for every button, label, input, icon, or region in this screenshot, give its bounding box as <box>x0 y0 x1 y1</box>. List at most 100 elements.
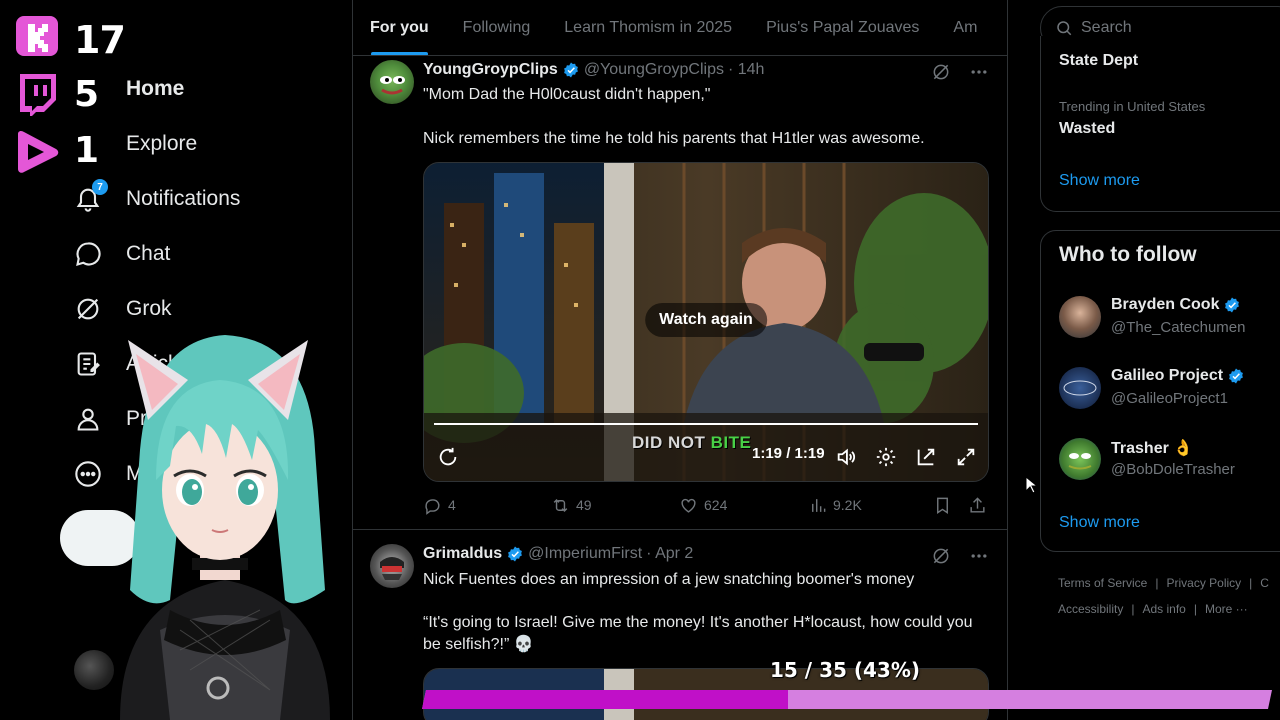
goal-progress-label: 15 / 35 (43%) <box>770 658 921 682</box>
verified-badge-icon <box>563 62 578 78</box>
share-button[interactable] <box>968 496 987 515</box>
verified-badge-icon <box>1229 368 1243 384</box>
twitch-logo-icon <box>14 72 60 116</box>
grok-icon[interactable] <box>931 62 951 82</box>
tab-papal-zouaves[interactable]: Pius's Papal Zouaves <box>749 0 936 55</box>
suggestion-name[interactable]: Galileo Project <box>1111 367 1223 385</box>
footer-accessibility-link[interactable]: Accessibility <box>1058 602 1123 616</box>
nav-notifications[interactable]: 7 Notifications <box>72 177 240 221</box>
nav-explore-label: Explore <box>126 132 198 155</box>
analytics-icon <box>812 498 826 512</box>
suggestion-name[interactable]: Brayden Cook <box>1111 296 1219 314</box>
suggestion-handle[interactable]: @The_Catechumen <box>1111 319 1245 336</box>
tweet-text-line1: "Mom Dad the H0l0caust didn't happen," <box>423 86 711 103</box>
nav-home-label: Home <box>126 77 185 100</box>
picture-in-picture-icon[interactable] <box>914 445 938 469</box>
tweet-avatar[interactable] <box>370 544 414 588</box>
trend-state-dept[interactable]: State Dept <box>1059 52 1138 70</box>
nav-grok[interactable]: Grok <box>72 287 172 331</box>
volume-icon[interactable] <box>834 445 858 469</box>
footer-ads-info-link[interactable]: Ads info <box>1142 602 1185 616</box>
trends-show-more-link[interactable]: Show more <box>1059 172 1140 190</box>
views-button[interactable]: 9.2K <box>808 496 862 515</box>
suggestion-avatar[interactable] <box>1059 367 1101 409</box>
tab-learn-thomism[interactable]: Learn Thomism in 2025 <box>547 0 749 55</box>
nav-notifications-label: Notifications <box>126 187 241 210</box>
replay-icon[interactable] <box>436 445 460 469</box>
fullscreen-icon[interactable] <box>954 445 978 469</box>
kick-logo-icon <box>14 14 60 58</box>
search-icon <box>1057 21 1072 36</box>
more-options-icon[interactable] <box>969 62 989 82</box>
more-options-icon[interactable] <box>969 546 989 566</box>
reply-count: 4 <box>448 497 456 513</box>
repost-icon <box>553 498 568 512</box>
suggestion-avatar[interactable] <box>1059 296 1101 338</box>
footer-links-row1: Terms of Service | Privacy Policy | C <box>1058 576 1269 590</box>
tweet-stats: 4 49 624 9.2K <box>423 493 989 517</box>
bell-icon: 7 <box>72 179 108 215</box>
reply-button[interactable]: 4 <box>423 496 456 515</box>
tweet-video[interactable]: Watch again DID NOT BITE 1:19 / 1:19 <box>423 162 989 482</box>
timeline-tabs: For you Following Learn Thomism in 2025 … <box>353 0 1007 56</box>
like-count: 624 <box>704 497 728 513</box>
suggestion-handle[interactable]: @GalileoProject1 <box>1111 390 1228 407</box>
search-icon <box>72 128 104 160</box>
share-icon <box>970 496 985 513</box>
home-icon <box>72 73 104 105</box>
reply-icon <box>425 498 440 515</box>
notification-badge: 7 <box>92 179 108 195</box>
timeline-right-border <box>1007 0 1008 720</box>
nav-grok-label: Grok <box>126 297 172 320</box>
suggestion-avatar[interactable] <box>1059 438 1101 480</box>
vtuber-avatar-overlay <box>100 330 350 720</box>
footer-more-link[interactable]: More ··· <box>1205 602 1248 616</box>
footer-cookie-link[interactable]: C <box>1260 576 1269 590</box>
goal-progress-track <box>422 690 1272 709</box>
who-to-follow-title: Who to follow <box>1059 243 1197 266</box>
repost-count: 49 <box>576 497 592 513</box>
tweet-text-line1: Nick Fuentes does an impression of a jew… <box>423 571 915 588</box>
tweet-author-name[interactable]: YoungGroypClips <box>423 61 558 79</box>
watch-again-button[interactable]: Watch again <box>645 303 767 337</box>
play-logo-icon <box>14 130 60 174</box>
nav-chat-label: Chat <box>126 242 171 265</box>
tweet-author-name[interactable]: Grimaldus <box>423 545 502 563</box>
footer-privacy-link[interactable]: Privacy Policy <box>1166 576 1241 590</box>
nav-explore[interactable]: Explore <box>72 122 197 166</box>
repost-button[interactable]: 49 <box>551 496 592 515</box>
video-time: 1:19 / 1:19 <box>752 445 825 462</box>
tweet-author-handle[interactable]: @ImperiumFirst <box>528 545 642 563</box>
tweet-avatar[interactable] <box>370 60 414 104</box>
settings-gear-icon[interactable] <box>874 445 898 469</box>
footer-terms-link[interactable]: Terms of Service <box>1058 576 1147 590</box>
chat-icon <box>72 238 104 270</box>
tab-am[interactable]: Am <box>936 0 994 55</box>
trend-wasted[interactable]: Wasted <box>1059 120 1115 138</box>
video-progress-bar[interactable] <box>434 423 978 425</box>
tweet-author-handle[interactable]: @YoungGroypClips <box>584 61 724 79</box>
goal-progress-fill <box>422 690 788 709</box>
tab-following[interactable]: Following <box>446 0 548 55</box>
tweet-younggroypclips[interactable]: YoungGroypClips @YoungGroypClips · 14h "… <box>353 58 1007 528</box>
nav-chat[interactable]: Chat <box>72 232 170 276</box>
bookmark-button[interactable] <box>933 496 952 515</box>
view-count: 9.2K <box>833 497 862 513</box>
suggestion-handle[interactable]: @BobDoleTrasher <box>1111 461 1235 478</box>
suggestion-name[interactable]: Trasher 👌 <box>1111 438 1193 458</box>
video-controls: 1:19 / 1:19 <box>424 441 988 473</box>
search-placeholder: Search <box>1081 19 1132 36</box>
nav-home[interactable]: Home <box>72 67 184 111</box>
grok-icon[interactable] <box>931 546 951 566</box>
tweet-header: YoungGroypClips @YoungGroypClips · 14h <box>423 61 764 79</box>
tweet-timestamp[interactable]: · Apr 2 <box>646 545 693 563</box>
tweet-text-line2: Nick remembers the time he told his pare… <box>423 130 925 147</box>
tweet-timestamp[interactable]: · 14h <box>728 61 764 79</box>
tab-for-you[interactable]: For you <box>353 0 446 55</box>
grok-icon <box>72 293 104 325</box>
who-to-follow-card: Who to follow Brayden Cook @The_Catechum… <box>1040 230 1280 552</box>
who-to-follow-show-more-link[interactable]: Show more <box>1059 514 1140 532</box>
tweet-header: Grimaldus @ImperiumFirst · Apr 2 <box>423 545 693 563</box>
heart-icon <box>681 498 696 513</box>
like-button[interactable]: 624 <box>679 496 727 515</box>
